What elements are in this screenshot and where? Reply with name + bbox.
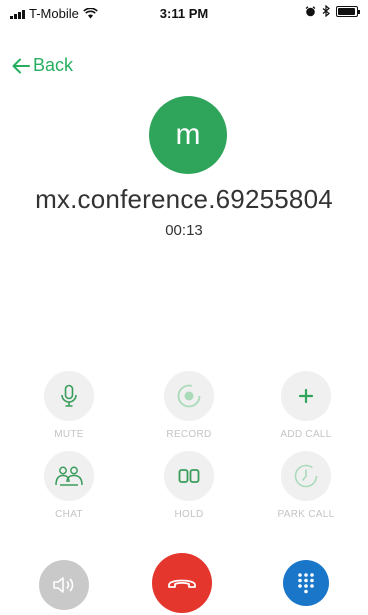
avatar-letter: m (175, 118, 201, 151)
add-call-label: ADD CALL (280, 429, 332, 440)
mute-circle[interactable] (44, 371, 94, 421)
battery-icon (336, 5, 360, 17)
hold-button[interactable]: HOLD (139, 451, 239, 520)
record-label: RECORD (166, 429, 212, 440)
park-timer-icon (294, 464, 318, 488)
record-circle[interactable] (164, 371, 214, 421)
caller-name: mx.conference.69255804 (35, 184, 333, 214)
microphone-icon (61, 384, 77, 407)
mute-label: MUTE (54, 429, 84, 440)
park-call-label: PARK CALL (277, 509, 335, 520)
chat-people-icon (55, 466, 83, 486)
arrow-left-icon (12, 58, 30, 73)
hangup-phone-icon (168, 579, 196, 588)
alarm-icon (305, 5, 316, 16)
chat-button[interactable]: CHAT (19, 451, 119, 520)
add-call-circle[interactable] (281, 371, 331, 421)
status-right (305, 5, 360, 17)
park-call-button[interactable]: PARK CALL (256, 451, 356, 520)
speaker-icon (53, 577, 74, 593)
keypad-icon (298, 573, 314, 594)
add-call-button[interactable]: ADD CALL (256, 371, 356, 440)
plus-icon (298, 388, 314, 404)
call-duration: 00:13 (165, 222, 203, 239)
back-button[interactable]: Back (12, 55, 73, 76)
speaker-button[interactable] (39, 560, 89, 610)
hold-icon (178, 469, 200, 483)
hold-circle[interactable] (164, 451, 214, 501)
status-bar: T-Mobile 3:11 PM (0, 0, 368, 24)
hold-label: HOLD (174, 509, 204, 520)
keypad-button[interactable] (283, 560, 329, 606)
bluetooth-icon (322, 5, 330, 17)
record-button[interactable]: RECORD (139, 371, 239, 440)
end-call-button[interactable] (152, 553, 212, 613)
chat-label: CHAT (55, 509, 83, 520)
avatar: m (149, 96, 227, 174)
back-label: Back (33, 55, 74, 75)
record-icon (177, 384, 201, 408)
mute-button[interactable]: MUTE (19, 371, 119, 440)
park-call-circle[interactable] (281, 451, 331, 501)
chat-circle[interactable] (44, 451, 94, 501)
